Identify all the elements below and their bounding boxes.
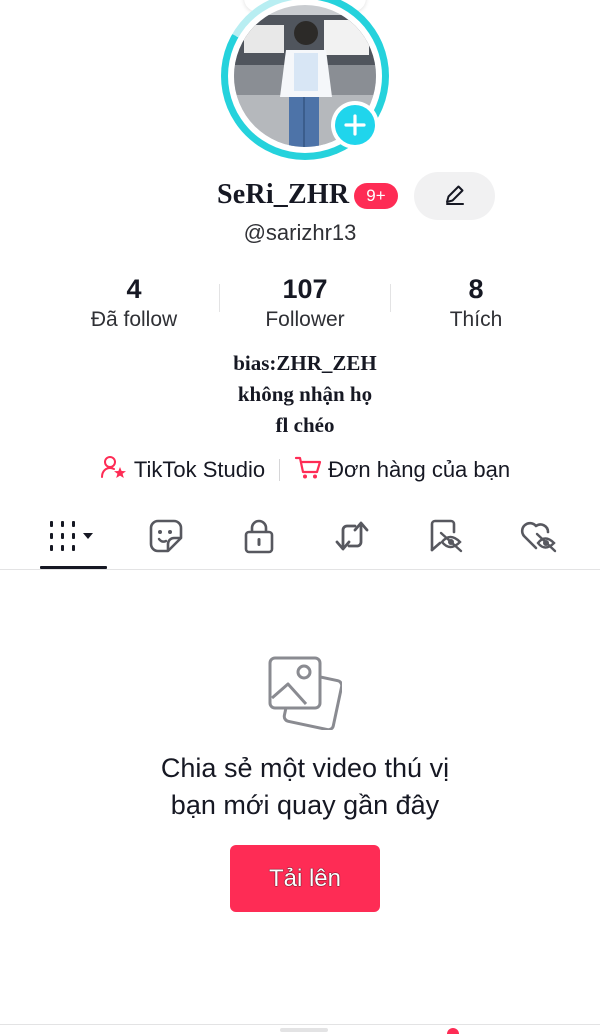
bio: bias:ZHR_ZEH không nhận họ fl chéo [0,348,600,441]
pencil-icon [442,181,468,212]
tab-videos[interactable] [38,510,106,566]
repost-icon [333,518,371,559]
plus-icon [335,105,375,145]
username-handle: @sarizhr13 [243,220,357,245]
tab-stickers[interactable] [132,510,200,566]
tab-reposts[interactable] [318,510,386,566]
likes-label: Thích [449,308,503,331]
cart-icon [294,454,322,486]
notification-badge[interactable]: 9+ [354,183,398,209]
following-label: Đã follow [90,308,178,331]
links-divider [279,459,281,481]
tabs-divider [0,569,600,570]
display-name: SeRi_ZHR [217,179,350,210]
bio-line: bias:ZHR_ZEH [233,351,377,375]
lock-icon [242,518,276,559]
favorites-icon [426,518,464,559]
followers-label: Follower [265,308,345,331]
bottom-nav-border [0,1024,600,1025]
add-avatar-button[interactable] [331,101,379,149]
tiktok-studio-link[interactable]: TikTok Studio [100,454,265,486]
tiktok-studio-label: TikTok Studio [133,457,266,482]
empty-state-line: Chia sẻ một video thú vị [160,753,450,783]
likes-count: 8 [468,274,484,304]
content-tabs [0,510,600,570]
bottom-nav-item[interactable] [280,1028,328,1032]
videos-grid-icon [47,519,97,558]
profile-links: TikTok Studio Đơn hàng của bạn [0,454,600,486]
creator-star-icon [100,454,128,486]
following-stat[interactable]: 4 Đã follow [49,274,219,334]
photos-icon [266,654,344,735]
bio-line: không nhận họ [237,382,373,406]
edit-profile-button[interactable] [414,172,495,220]
tab-liked[interactable] [504,510,572,566]
followers-count: 107 [282,274,328,304]
followers-stat[interactable]: 107 Follower [220,274,390,334]
liked-icon [518,518,558,559]
tab-private[interactable] [225,510,293,566]
empty-state-line: bạn mới quay gần đây [170,790,440,820]
orders-label: Đơn hàng của bạn [328,457,511,482]
bottom-nav-indicator [447,1028,459,1034]
following-count: 4 [126,274,142,304]
empty-state-message: Chia sẻ một video thú vị bạn mới quay gầ… [0,750,600,824]
bio-line: fl chéo [275,413,335,437]
likes-stat[interactable]: 8 Thích [391,274,561,334]
sticker-icon [148,518,184,559]
tab-favorites[interactable] [411,510,479,566]
upload-button[interactable]: Tải lên [230,845,380,912]
orders-link[interactable]: Đơn hàng của bạn [294,454,510,486]
